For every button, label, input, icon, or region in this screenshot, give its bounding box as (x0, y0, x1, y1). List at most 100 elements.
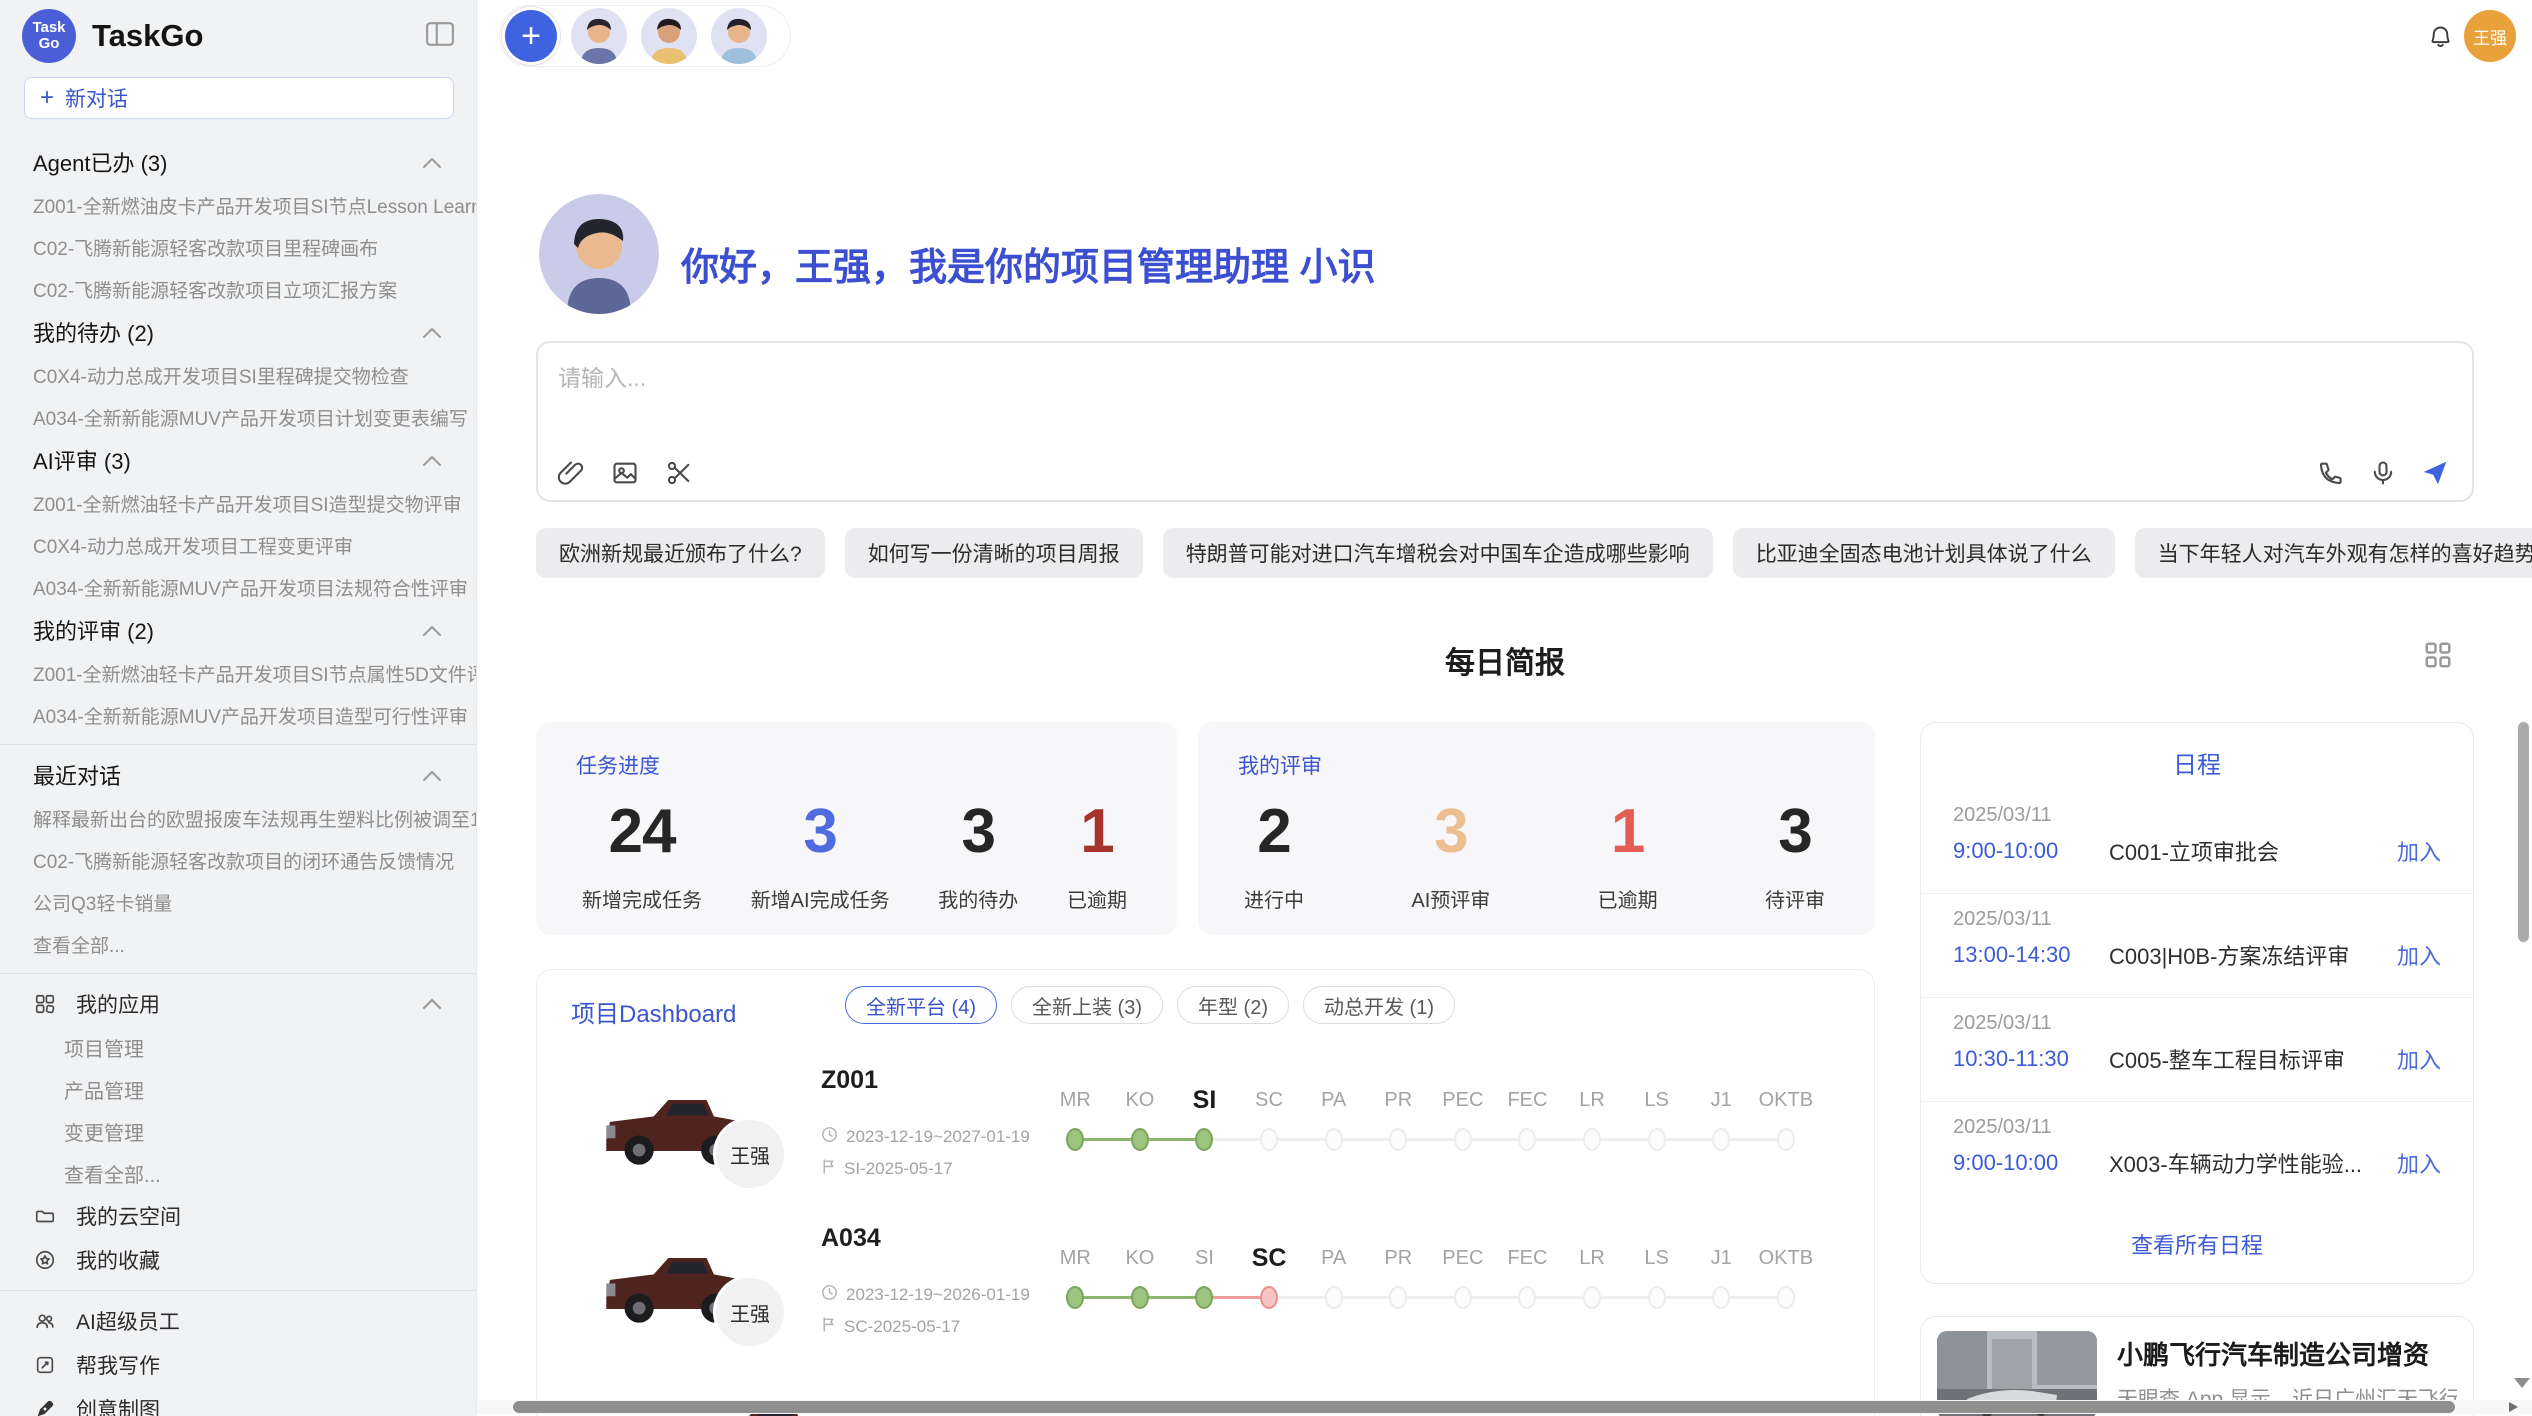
sidebar-item[interactable]: A034-全新新能源MUV产品开发项目造型可行性评审 (0, 694, 476, 736)
sidebar-item[interactable]: C0X4-动力总成开发项目工程变更评审 (0, 524, 476, 566)
milestone-label: PEC (1431, 1238, 1496, 1278)
new-chat-button[interactable]: + 新对话 (24, 77, 454, 119)
sidebar-item[interactable]: A034-全新新能源MUV产品开发项目法规符合性评审 (0, 566, 476, 608)
app-sub-item[interactable]: 项目管理 (0, 1026, 476, 1068)
layout-grid-icon[interactable] (2423, 640, 2453, 675)
stat-label: 新增完成任务 (582, 884, 702, 913)
milestone-dot (1260, 1128, 1278, 1151)
sidebar-item[interactable]: C0X4-动力总成开发项目SI里程碑提交物检查 (0, 354, 476, 396)
project-row[interactable]: 王强Z0012023-12-19~2027-01-19SI-2025-05-17… (537, 1056, 1874, 1214)
new-chat-label: 新对话 (65, 83, 128, 113)
vertical-scrollbar-thumb[interactable] (2518, 722, 2529, 942)
scroll-right-arrow-icon[interactable] (2509, 1402, 2518, 1412)
scroll-down-arrow-icon[interactable] (2514, 1378, 2530, 1388)
link-label: 我的收藏 (76, 1245, 160, 1275)
image-upload-icon[interactable] (610, 458, 640, 488)
view-all-schedule-link[interactable]: 查看所有日程 (1921, 1228, 2473, 1260)
milestone-label: MR (1043, 1080, 1108, 1120)
dashboard-tab[interactable]: 年型 (2) (1177, 986, 1289, 1024)
dashboard-title: 项目Dashboard (571, 994, 736, 1029)
flag-text: SI-2025-05-17 (844, 1159, 953, 1179)
app-sub-item[interactable]: 查看全部... (0, 1152, 476, 1194)
suggestion-chip[interactable]: 当下年轻人对汽车外观有怎样的喜好趋势 (2135, 528, 2532, 578)
chevron-up-icon[interactable] (422, 149, 442, 175)
sidebar-item[interactable]: Z001-全新燃油皮卡产品开发项目SI节点Lesson Learn报告 (0, 184, 476, 226)
milestone-dot (1648, 1128, 1666, 1151)
milestone-oktb: OKTB (1754, 1080, 1819, 1151)
suggestion-chip[interactable]: 欧洲新规最近颁布了什么? (536, 528, 825, 578)
pen-icon (33, 1398, 57, 1416)
sidebar-item[interactable]: A034-全新新能源MUV产品开发项目计划变更表编写 (0, 396, 476, 438)
sidebar-tool-item[interactable]: 创意制图 (0, 1387, 476, 1416)
sidebar-section-header[interactable]: Agent已办 (3) (0, 140, 476, 184)
stat: 3AI预评审 (1411, 798, 1490, 913)
join-link[interactable]: 加入 (2397, 835, 2441, 867)
sidebar-tool-item[interactable]: 帮我写作 (0, 1343, 476, 1387)
chevron-up-icon[interactable] (422, 617, 442, 643)
milestone-dot (1066, 1128, 1084, 1151)
chevron-up-icon[interactable] (422, 992, 442, 1016)
agent-avatar-1[interactable] (571, 8, 627, 64)
sidebar-section-header[interactable]: 我的待办 (2) (0, 310, 476, 354)
suggestion-chip[interactable]: 如何写一份清晰的项目周报 (845, 528, 1143, 578)
app-sub-item[interactable]: 产品管理 (0, 1068, 476, 1110)
microphone-icon[interactable] (2368, 458, 2398, 488)
join-link[interactable]: 加入 (2397, 1147, 2441, 1179)
phone-call-icon[interactable] (2316, 458, 2346, 488)
recent-chat-item[interactable]: 解释最新出台的欧盟报废车法规再生塑料比例被调至15%... (0, 797, 476, 839)
flag-icon (821, 1316, 836, 1338)
milestone-label: PA (1301, 1238, 1366, 1278)
event-time: 9:00-10:00 (1953, 1150, 2109, 1176)
chevron-up-icon[interactable] (422, 447, 442, 473)
sidebar-item-star[interactable]: 我的收藏 (0, 1238, 476, 1282)
input-tools-left (556, 458, 694, 488)
project-row[interactable]: 王强A0342023-12-19~2026-01-19SC-2025-05-17… (537, 1214, 1874, 1372)
stat-value: 2 (1244, 798, 1304, 866)
sidebar-item[interactable]: C02-飞腾新能源轻客改款项目里程碑画布 (0, 226, 476, 268)
chevron-up-icon[interactable] (422, 762, 442, 788)
stat: 3待评审 (1765, 798, 1825, 913)
recent-chat-item[interactable]: 查看全部... (0, 923, 476, 965)
sidebar-item-cloud[interactable]: 我的云空间 (0, 1194, 476, 1238)
milestone-dot (1454, 1128, 1472, 1151)
sidebar-item[interactable]: Z001-全新燃油轻卡产品开发项目SI节点属性5D文件评审 (0, 652, 476, 694)
sidebar-item[interactable]: Z001-全新燃油轻卡产品开发项目SI造型提交物评审 (0, 482, 476, 524)
sidebar-section-header[interactable]: 我的评审 (2) (0, 608, 476, 652)
app-sub-item[interactable]: 变更管理 (0, 1110, 476, 1152)
recent-chat-item[interactable]: C02-飞腾新能源轻客改款项目的闭环通告反馈情况 (0, 839, 476, 881)
sidebar-tool-item[interactable]: AI超级员工 (0, 1299, 476, 1343)
chevron-up-icon[interactable] (422, 319, 442, 345)
stat-label: 待评审 (1765, 884, 1825, 913)
agent-avatar-3[interactable] (711, 8, 767, 64)
chat-input[interactable] (558, 365, 2258, 392)
section-title: 我的评审 (2) (33, 614, 154, 646)
join-link[interactable]: 加入 (2397, 939, 2441, 971)
notification-bell-icon[interactable] (2427, 23, 2454, 55)
suggestion-chip[interactable]: 特朗普可能对进口汽车增税会对中国车企造成哪些影响 (1163, 528, 1713, 578)
sidebar-section-header[interactable]: AI评审 (3) (0, 438, 476, 482)
horizontal-scrollbar[interactable] (477, 1400, 2532, 1414)
send-icon[interactable] (2420, 458, 2450, 488)
add-agent-button[interactable]: + (505, 10, 557, 62)
sidebar-collapse-icon[interactable] (426, 22, 454, 51)
news-title: 小鹏飞行汽车制造公司增资 (2117, 1335, 2429, 1372)
logo-line1: Task (32, 20, 65, 36)
milestone-dot (1777, 1286, 1795, 1309)
stats-row: 任务进度 24新增完成任务3新增AI完成任务3我的待办1已逾期 我的评审 2进行… (536, 722, 1875, 935)
suggestion-chip[interactable]: 比亚迪全固态电池计划具体说了什么 (1733, 528, 2115, 578)
horizontal-scrollbar-thumb[interactable] (513, 1401, 2455, 1413)
user-avatar[interactable]: 王强 (2464, 10, 2516, 62)
dashboard-tab[interactable]: 全新上装 (3) (1011, 986, 1163, 1024)
dashboard-tab[interactable]: 全新平台 (4) (845, 986, 997, 1024)
suggestion-chips: 欧洲新规最近颁布了什么? 如何写一份清晰的项目周报特朗普可能对进口汽车增税会对中国… (536, 528, 2474, 578)
stat-label: 新增AI完成任务 (751, 884, 890, 913)
attachment-icon[interactable] (556, 458, 586, 488)
agent-avatar-2[interactable] (641, 8, 697, 64)
sidebar-item-my-apps[interactable]: 我的应用 (0, 982, 476, 1026)
dashboard-tab[interactable]: 动总开发 (1) (1303, 986, 1455, 1024)
recent-chat-item[interactable]: 公司Q3轻卡销量 (0, 881, 476, 923)
join-link[interactable]: 加入 (2397, 1043, 2441, 1075)
scissors-icon[interactable] (664, 458, 694, 488)
sidebar-item[interactable]: C02-飞腾新能源轻客改款项目立项汇报方案 (0, 268, 476, 310)
sidebar-section-header[interactable]: 最近对话 (0, 753, 476, 797)
